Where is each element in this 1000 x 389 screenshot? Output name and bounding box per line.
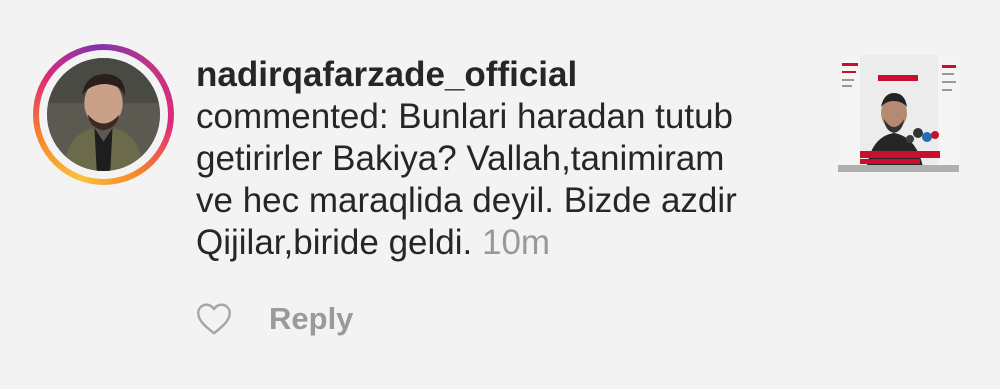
avatar-frame bbox=[39, 50, 168, 179]
comment-line: ve hec maraqlida deyil. Bizde azdir bbox=[196, 181, 737, 220]
comment-line: commented: Bunlari haradan tutub bbox=[196, 97, 733, 136]
avatar[interactable] bbox=[47, 58, 160, 171]
comment-line: Qijilar,biride geldi. bbox=[196, 223, 473, 262]
notification-actions: Reply bbox=[196, 298, 353, 340]
profile-photo-icon bbox=[47, 58, 160, 171]
comment-line: getirirler Bakiya? Vallah,tanimiram bbox=[196, 139, 725, 178]
username[interactable]: nadirqafarzade_official bbox=[196, 54, 816, 96]
post-thumbnail[interactable] bbox=[838, 55, 959, 172]
timestamp: 10m bbox=[481, 223, 551, 262]
story-ring[interactable] bbox=[33, 44, 174, 185]
notification-content: nadirqafarzade_official commented: Bunla… bbox=[196, 54, 816, 264]
heart-outline-icon[interactable] bbox=[196, 302, 232, 336]
post-thumbnail-icon bbox=[838, 55, 959, 172]
comment-notification[interactable]: nadirqafarzade_official commented: Bunla… bbox=[0, 0, 1000, 389]
reply-button[interactable]: Reply bbox=[269, 301, 353, 337]
